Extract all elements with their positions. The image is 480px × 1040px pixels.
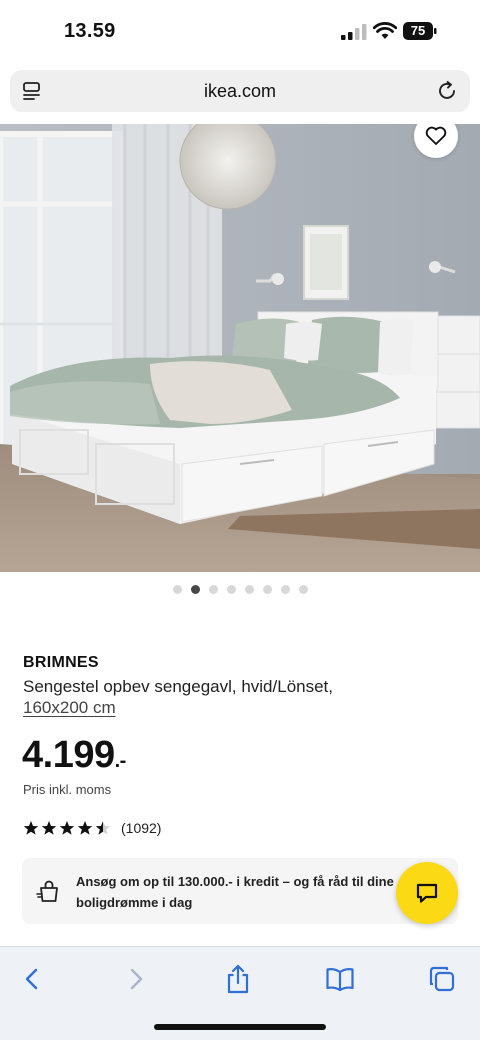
forward-button[interactable] [118, 961, 154, 997]
product-rating[interactable]: (1092) [23, 818, 161, 838]
star-icon [59, 821, 75, 835]
star-icon [95, 821, 111, 835]
forward-icon [130, 968, 143, 990]
carousel-dot[interactable] [244, 585, 254, 594]
rating-stars [23, 820, 111, 836]
chat-icon [416, 883, 438, 903]
tabs-button[interactable] [424, 961, 460, 997]
star-icon [77, 821, 93, 835]
cellular-signal-icon [341, 24, 367, 40]
product-image[interactable] [0, 124, 480, 572]
share-icon [227, 964, 249, 994]
url-text[interactable]: ikea.com [10, 81, 470, 102]
product-description: Sengestel opbev sengegavl, hvid/Lönset, [23, 677, 334, 696]
carousel-dot[interactable] [226, 585, 236, 594]
carousel-dot[interactable] [172, 585, 182, 594]
review-count[interactable]: (1092) [121, 820, 161, 836]
price-integer: 4.199 [22, 734, 115, 776]
chat-button[interactable] [396, 862, 458, 924]
wifi-icon [373, 22, 397, 39]
carousel-dot[interactable] [190, 585, 200, 594]
heart-icon [425, 126, 447, 145]
bedroom-photo [0, 124, 480, 572]
browser-address-area: ikea.com [0, 64, 480, 124]
status-bar: 13.59 75 [0, 0, 480, 64]
bag-icon [36, 880, 58, 902]
share-button[interactable] [220, 961, 256, 997]
carousel-dots[interactable] [0, 585, 480, 595]
price-note: Pris inkl. moms [23, 782, 112, 797]
bookmarks-icon [326, 967, 354, 992]
carousel-dot[interactable] [208, 585, 218, 594]
battery-level: 75 [410, 23, 426, 38]
carousel-dot[interactable] [298, 585, 308, 594]
carousel-dot[interactable] [280, 585, 290, 594]
star-icon [23, 821, 39, 835]
star-icon [41, 821, 57, 835]
carousel-dot[interactable] [262, 585, 272, 594]
credit-text: Ansøg om op til 130.000.- i kredit – og … [76, 874, 394, 910]
product-price: 4.199.- [22, 734, 126, 777]
back-button[interactable] [14, 961, 50, 997]
back-icon [25, 968, 38, 990]
status-time: 13.59 [64, 20, 116, 42]
credit-banner[interactable]: Ansøg om op til 130.000.- i kredit – og … [22, 858, 458, 924]
tabs-icon [429, 966, 455, 992]
reload-icon[interactable] [436, 80, 458, 102]
address-bar[interactable]: ikea.com [10, 70, 470, 112]
product-size-link[interactable]: 160x200 cm [23, 698, 116, 718]
home-indicator[interactable] [154, 1024, 326, 1030]
battery-icon: 75 [403, 22, 437, 40]
bookmarks-button[interactable] [322, 961, 358, 997]
product-brand: BRIMNES [23, 654, 99, 671]
price-decimal: .- [114, 750, 127, 772]
